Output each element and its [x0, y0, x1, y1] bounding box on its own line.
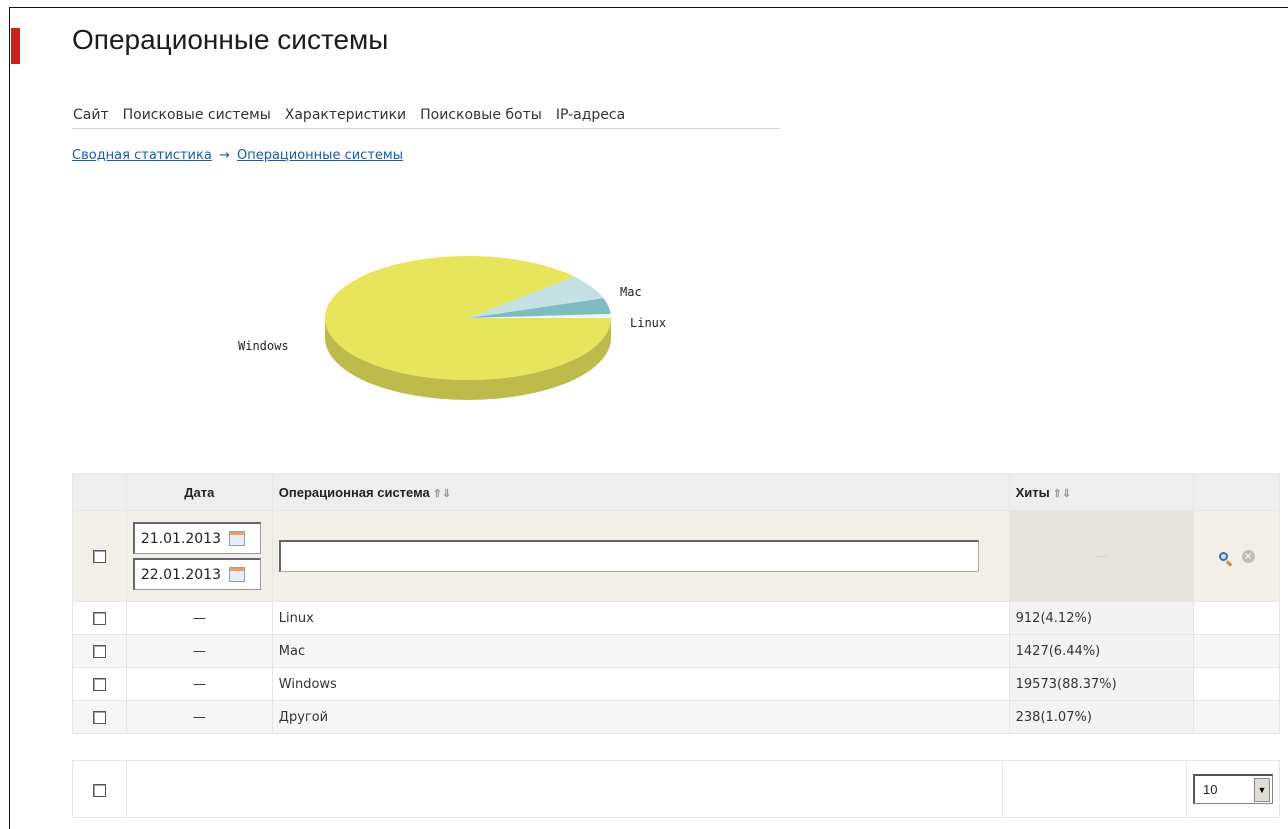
- row-os: Linux: [271, 601, 1010, 635]
- filter-date-cell: 21.01.2013 22.01.2013: [125, 510, 273, 602]
- breadcrumb: Сводная статистика → Операционные систем…: [72, 148, 403, 163]
- date-to-field[interactable]: 22.01.2013: [132, 558, 261, 590]
- page-title: Операционные системы: [72, 24, 389, 55]
- footer-row: 10 ▼: [72, 760, 1281, 818]
- filter-row: 21.01.2013 22.01.2013 — ×: [72, 510, 1280, 602]
- row-actions: [1193, 667, 1280, 701]
- pie-label-windows: Windows: [238, 339, 289, 353]
- breadcrumb-separator: →: [218, 148, 230, 163]
- tab-bar: Сайт Поисковые системы Характеристики По…: [72, 102, 780, 129]
- accent-bar: [11, 28, 20, 64]
- table-row: — Windows 19573(88.37%): [72, 667, 1280, 701]
- row-os: Mac: [271, 634, 1010, 668]
- header-actions: [1193, 473, 1280, 511]
- pie-label-mac: Mac: [620, 285, 642, 299]
- row-actions: [1193, 601, 1280, 635]
- row-os: Другой: [271, 700, 1010, 734]
- header-os[interactable]: Операционная система ⇑⇓: [271, 473, 1010, 511]
- table-header-row: Дата Операционная система ⇑⇓ Хиты ⇑⇓: [72, 473, 1280, 511]
- select-all-checkbox[interactable]: [92, 783, 106, 797]
- tab-search-bots[interactable]: Поисковые боты: [419, 107, 543, 123]
- filter-hits-cell: —: [1008, 510, 1195, 602]
- table-row: — Другой 238(1.07%): [72, 700, 1280, 734]
- row-date: —: [125, 634, 273, 668]
- tab-search-engines[interactable]: Поисковые системы: [122, 107, 272, 123]
- filter-os-cell: [271, 510, 1010, 602]
- filter-checkbox-cell: [72, 510, 127, 602]
- filter-checkbox[interactable]: [92, 549, 106, 563]
- table-row: — Linux 912(4.12%): [72, 601, 1280, 635]
- row-checkbox-cell: [72, 667, 127, 701]
- row-date: —: [125, 700, 273, 734]
- footer-pagesize-cell: 10 ▼: [1185, 760, 1281, 818]
- row-checkbox-cell: [72, 601, 127, 635]
- os-filter-input[interactable]: [278, 540, 979, 572]
- row-actions: [1193, 700, 1280, 734]
- table-row: — Mac 1427(6.44%): [72, 634, 1280, 668]
- date-from-value: 21.01.2013: [140, 530, 221, 547]
- breadcrumb-link-current[interactable]: Операционные системы: [237, 148, 403, 163]
- footer-spacer: [125, 760, 1004, 818]
- sort-icon[interactable]: ⇑⇓: [1053, 488, 1071, 500]
- breadcrumb-link-summary[interactable]: Сводная статистика: [72, 148, 212, 163]
- row-os: Windows: [271, 667, 1010, 701]
- row-hits: 238(1.07%): [1008, 700, 1195, 734]
- header-hits[interactable]: Хиты ⇑⇓: [1008, 473, 1195, 511]
- row-checkbox[interactable]: [92, 644, 106, 658]
- pie-slice-windows: [325, 256, 611, 380]
- footer-checkbox-cell: [72, 760, 127, 818]
- date-from-field[interactable]: 21.01.2013: [132, 522, 261, 554]
- header-hits-label: Хиты: [1015, 484, 1050, 500]
- header-date-label: Дата: [184, 484, 215, 500]
- hits-filter-placeholder: —: [1094, 548, 1108, 564]
- sort-icon[interactable]: ⇑⇓: [433, 488, 451, 500]
- row-checkbox-cell: [72, 634, 127, 668]
- chevron-down-icon[interactable]: ▼: [1253, 777, 1270, 802]
- stats-table: Дата Операционная система ⇑⇓ Хиты ⇑⇓ 21.01…: [72, 473, 1280, 734]
- pie-label-linux: Linux: [630, 316, 666, 330]
- close-icon[interactable]: ×: [1241, 549, 1255, 563]
- calendar-icon[interactable]: [229, 567, 245, 582]
- tab-ip-addresses[interactable]: IP-адреса: [555, 107, 626, 123]
- row-checkbox-cell: [72, 700, 127, 734]
- header-date: Дата: [125, 473, 273, 511]
- row-date: —: [125, 601, 273, 635]
- tab-characteristics[interactable]: Характеристики: [284, 107, 407, 123]
- header-os-label: Операционная система: [278, 484, 430, 500]
- pie-chart: Windows Mac Linux: [238, 256, 666, 400]
- row-date: —: [125, 667, 273, 701]
- calendar-icon[interactable]: [229, 531, 245, 546]
- per-page-value: 10: [1202, 782, 1218, 797]
- row-actions: [1193, 634, 1280, 668]
- header-select-col: [72, 473, 127, 511]
- row-checkbox[interactable]: [92, 611, 106, 625]
- row-checkbox[interactable]: [92, 677, 106, 691]
- tab-site[interactable]: Сайт: [72, 107, 110, 123]
- filter-actions-cell: ×: [1193, 510, 1280, 602]
- row-hits: 19573(88.37%): [1008, 667, 1195, 701]
- search-icon[interactable]: [1218, 551, 1228, 561]
- date-to-value: 22.01.2013: [140, 566, 221, 583]
- footer-spacer: [1002, 760, 1187, 818]
- row-checkbox[interactable]: [92, 710, 106, 724]
- table-footer: 10 ▼: [72, 760, 1281, 818]
- row-hits: 1427(6.44%): [1008, 634, 1195, 668]
- row-hits: 912(4.12%): [1008, 601, 1195, 635]
- per-page-select[interactable]: 10 ▼: [1192, 774, 1273, 804]
